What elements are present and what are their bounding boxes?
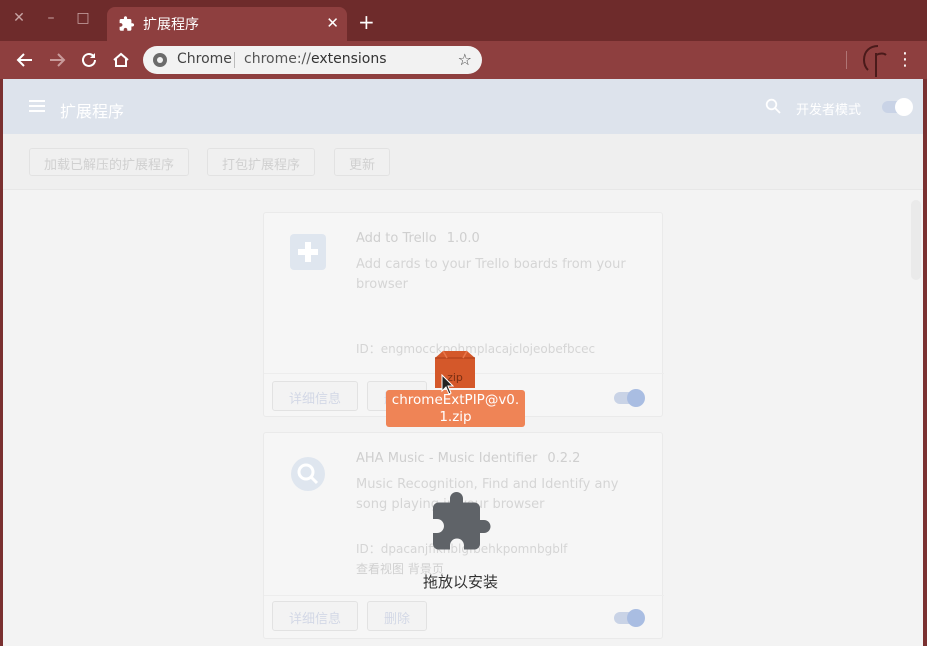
dragged-file-label: chromeExtPIP@v0. 1.zip: [386, 390, 525, 427]
music-search-icon: [291, 457, 325, 491]
extension-enable-toggle[interactable]: [614, 609, 645, 627]
tab-extensions[interactable]: 扩展程序 ✕: [107, 7, 347, 41]
address-chip: Chrome: [177, 51, 232, 67]
window-maximize-button[interactable]: □: [73, 8, 93, 28]
extension-name: AHA Music - Music Identifier 0.2.2: [356, 451, 581, 466]
url-scheme: chrome://: [244, 51, 311, 67]
toggle-knob: [895, 98, 913, 116]
bookmark-star-icon[interactable]: ☆: [458, 50, 472, 69]
puzzle-icon: [433, 492, 491, 550]
remove-button[interactable]: 删除: [367, 601, 428, 631]
tab-close-button[interactable]: ✕: [326, 14, 339, 32]
puzzle-icon: [119, 16, 135, 31]
mouse-pointer-icon: [441, 374, 455, 395]
chrome-icon: [153, 53, 167, 67]
address-separator: [234, 52, 235, 68]
url-path: extensions: [311, 51, 387, 67]
back-icon[interactable]: [14, 49, 36, 71]
window-minimize-button[interactable]: –: [41, 8, 61, 28]
window-close-button[interactable]: ✕: [9, 8, 29, 28]
details-button[interactable]: 详细信息: [272, 601, 359, 631]
toggle-knob: [627, 389, 645, 407]
extension-version: 0.2.2: [547, 451, 581, 466]
tab-title: 扩展程序: [143, 17, 199, 33]
toolbar-separator: [846, 51, 847, 69]
toolbar: Chrome chrome://extensions ☆ ⋮: [0, 41, 927, 79]
scrollbar-thumb[interactable]: [911, 200, 921, 280]
dev-mode-label: 开发者模式: [796, 103, 862, 118]
extension-description: Add cards to your Trello boards from you…: [356, 257, 626, 292]
address-bar[interactable]: Chrome chrome://extensions ☆: [143, 46, 482, 74]
extension-name: Add to Trello 1.0.0: [356, 231, 480, 246]
browser-window: ✕ – □ 扩展程序 ✕ + Chrome chrome://extension…: [0, 0, 927, 646]
page-header: 扩展程序 开发者模式: [3, 79, 923, 134]
forward-icon[interactable]: [46, 49, 68, 71]
home-icon[interactable]: [110, 49, 132, 71]
update-button[interactable]: 更新: [334, 148, 391, 176]
search-icon[interactable]: [765, 98, 781, 114]
details-button[interactable]: 详细信息: [272, 381, 359, 411]
address-url[interactable]: chrome://extensions: [244, 51, 387, 67]
load-unpacked-button[interactable]: 加载已解压的扩展程序: [29, 148, 190, 176]
extension-version: 1.0.0: [446, 231, 480, 246]
drop-to-install-text: 拖放以安装: [423, 573, 499, 591]
page-title: 扩展程序: [60, 102, 125, 121]
toggle-knob: [627, 609, 645, 627]
action-bar: 加载已解压的扩展程序 打包扩展程序 更新: [3, 134, 923, 190]
menu-kebab-icon[interactable]: ⋮: [896, 50, 914, 70]
new-tab-button[interactable]: +: [358, 12, 375, 32]
pack-extension-button[interactable]: 打包扩展程序: [207, 148, 316, 176]
hamburger-menu-icon[interactable]: [29, 100, 45, 112]
dev-mode-toggle[interactable]: [882, 98, 913, 116]
extension-enable-toggle[interactable]: [614, 389, 645, 407]
card-footer: 详细信息 删除: [264, 595, 664, 640]
title-bar: ✕ – □ 扩展程序 ✕ +: [0, 0, 927, 41]
reload-icon[interactable]: [78, 49, 100, 71]
profile-avatar-icon[interactable]: [856, 41, 892, 79]
zip-archive-icon: zip: [435, 350, 475, 388]
trello-plus-icon: [290, 234, 326, 270]
